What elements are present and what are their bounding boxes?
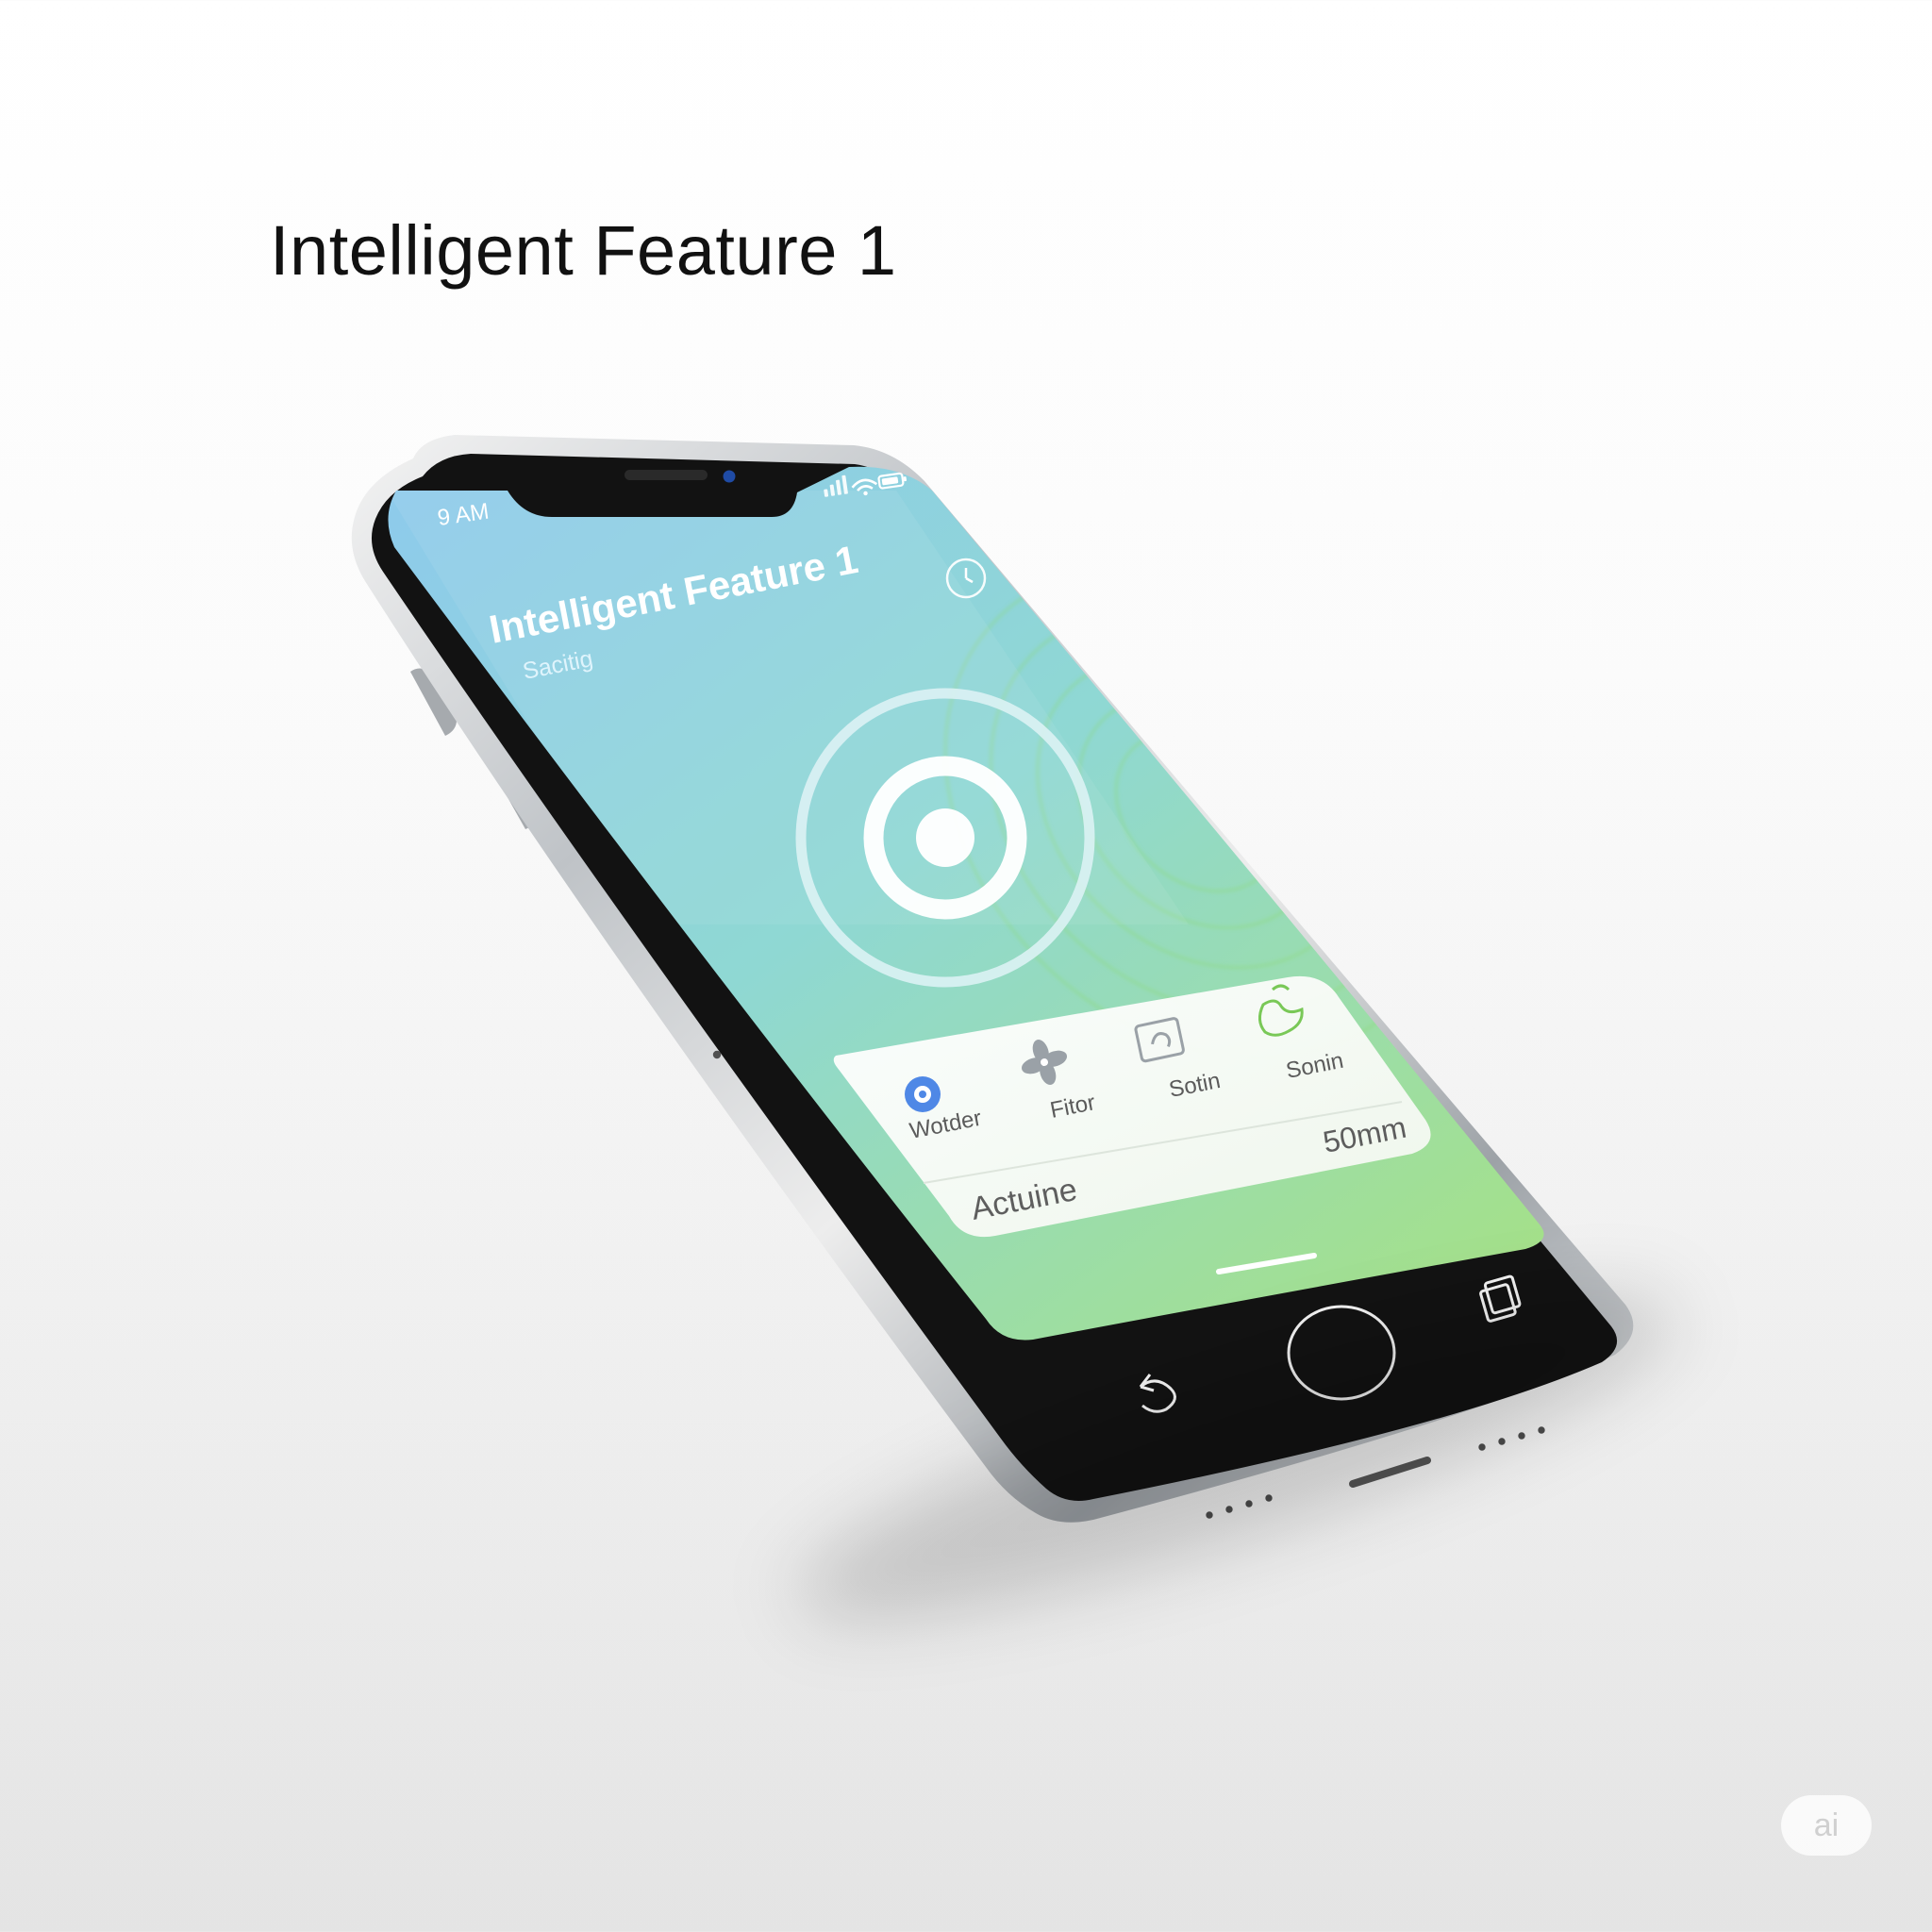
settings-badge-icon <box>905 1076 941 1112</box>
front-camera <box>723 470 736 483</box>
speaker-grill <box>625 470 708 480</box>
phone-mockup: 9 AM Intelligent Feature 1 Sacitig Wotde… <box>351 435 1634 1523</box>
side-microphone-hole <box>712 1050 722 1059</box>
phone-stage: 9 AM Intelligent Feature 1 Sacitig Wotde… <box>0 0 1932 1932</box>
ai-watermark: ai <box>1781 1795 1872 1856</box>
